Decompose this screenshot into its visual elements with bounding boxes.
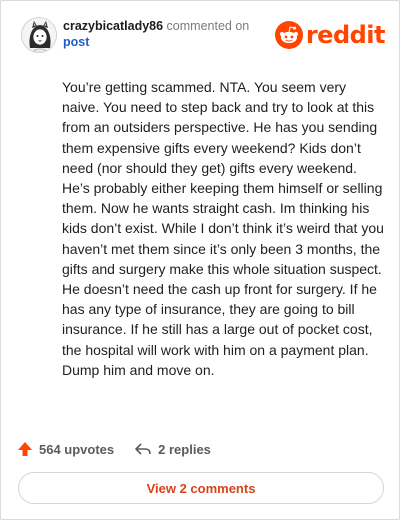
- replies-button[interactable]: 2 replies: [134, 441, 211, 457]
- comment-actions: 564 upvotes 2 replies: [17, 438, 211, 460]
- comment-meta: crazybicatlady86 commented on post: [63, 18, 249, 50]
- view-comments-button[interactable]: View 2 comments: [18, 472, 384, 504]
- upvote-count: 564 upvotes: [39, 441, 115, 457]
- cat-lady-avatar-icon: [22, 18, 56, 52]
- reddit-logo: reddit: [274, 19, 386, 51]
- post-link[interactable]: post: [63, 34, 249, 50]
- comment-header: crazybicatlady86 commented on post reddi…: [17, 15, 386, 55]
- reply-arrow-icon: [135, 443, 151, 455]
- comment-body: You’re getting scammed. NTA. You seem ve…: [62, 79, 384, 378]
- comment-card: crazybicatlady86 commented on post reddi…: [0, 0, 400, 520]
- reply-count: 2 replies: [158, 441, 211, 457]
- upvote-button[interactable]: 564 upvotes: [17, 441, 114, 457]
- reddit-wordmark: reddit: [305, 21, 386, 49]
- commented-on-text: commented on: [166, 19, 250, 33]
- reddit-snoo-icon: [274, 21, 303, 49]
- avatar[interactable]: [21, 17, 57, 53]
- username-link[interactable]: crazybicatlady86: [63, 19, 163, 33]
- upvote-arrow-icon: [18, 442, 32, 456]
